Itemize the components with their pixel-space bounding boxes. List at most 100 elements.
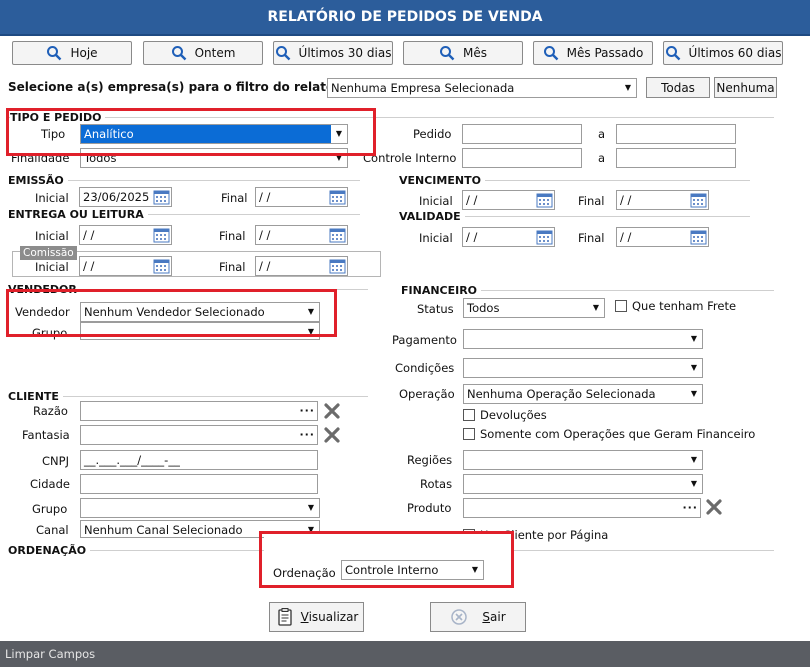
- clear-icon[interactable]: [323, 402, 341, 420]
- calendar-icon[interactable]: [329, 227, 346, 243]
- ordenacao-heading: ORDENAÇÃO: [8, 544, 91, 557]
- condicoes-select[interactable]: ▼: [463, 358, 703, 378]
- entrega-final-input[interactable]: / /: [255, 225, 348, 245]
- chevron-down-icon: ▼: [690, 389, 698, 398]
- emissao-inicial-value: 23/06/2025: [83, 190, 150, 204]
- ontem-button[interactable]: Ontem: [143, 41, 263, 65]
- entrega-inicial-value: / /: [83, 228, 95, 242]
- calendar-icon[interactable]: [536, 229, 553, 245]
- razao-input[interactable]: ···: [80, 401, 318, 421]
- emissao-final-value: / /: [259, 190, 271, 204]
- validade-final-input[interactable]: / /: [616, 227, 709, 247]
- search-icon: [543, 46, 559, 61]
- grupo-cliente-label: Grupo: [32, 502, 68, 516]
- canal-value: Nenhum Canal Selecionado: [84, 523, 243, 537]
- emissao-final-input[interactable]: / /: [255, 187, 348, 207]
- rotas-select[interactable]: ▼: [463, 474, 703, 494]
- rotas-label: Rotas: [420, 477, 453, 491]
- empresa-select[interactable]: Nenhuma Empresa Selecionada ▼: [327, 78, 637, 98]
- sair-button[interactable]: Sair: [430, 602, 526, 632]
- controle-final-input[interactable]: [616, 148, 736, 168]
- calendar-icon[interactable]: [690, 192, 707, 208]
- mes-passado-button[interactable]: Mês Passado: [533, 41, 653, 65]
- cnpj-label: CNPJ: [42, 454, 69, 468]
- limpar-campos-link[interactable]: Limpar Campos: [0, 641, 810, 667]
- clipboard-icon: [277, 608, 292, 626]
- mes-button[interactable]: Mês: [403, 41, 523, 65]
- divider: [52, 396, 368, 397]
- calendar-icon[interactable]: [329, 258, 346, 274]
- ultimos-30-button[interactable]: Últimos 30 dias: [273, 41, 393, 65]
- entrega-inicial-label: Inicial: [35, 229, 69, 243]
- calendar-icon[interactable]: [536, 192, 553, 208]
- clear-icon[interactable]: [705, 498, 723, 516]
- comissao-final-value: / /: [259, 259, 271, 273]
- ellipsis-icon[interactable]: ···: [682, 499, 698, 517]
- clear-icon[interactable]: [323, 426, 341, 444]
- mes-passado-label: Mês Passado: [566, 46, 644, 60]
- search-icon: [171, 46, 186, 61]
- chevron-down-icon: ▼: [307, 503, 315, 512]
- comissao-inicial-input[interactable]: / /: [79, 256, 172, 276]
- status-label: Status: [417, 302, 454, 316]
- comissao-inicial-value: / /: [83, 259, 95, 273]
- comissao-heading: Comissão: [20, 246, 77, 260]
- calendar-icon[interactable]: [690, 229, 707, 245]
- frete-checkbox[interactable]: [615, 300, 627, 312]
- produto-input[interactable]: ···: [463, 498, 701, 518]
- fantasia-label: Fantasia: [22, 428, 70, 442]
- calendar-icon[interactable]: [153, 227, 170, 243]
- operacao-select[interactable]: Nenhuma Operação Selecionada ▼: [463, 384, 703, 404]
- a-label: a: [598, 151, 606, 165]
- ellipsis-icon[interactable]: ···: [299, 426, 315, 444]
- hoje-button[interactable]: Hoje: [12, 41, 132, 65]
- razao-label: Razão: [33, 404, 68, 418]
- calendar-icon[interactable]: [153, 189, 170, 205]
- chevron-down-icon: ▼: [690, 479, 698, 488]
- emissao-inicial-input[interactable]: 23/06/2025: [79, 187, 172, 207]
- emissao-heading: EMISSÃO: [8, 174, 68, 187]
- financeiro-heading: FINANCEIRO: [401, 284, 482, 297]
- vencimento-final-label: Final: [578, 194, 605, 208]
- search-icon: [665, 46, 680, 61]
- pedido-final-input[interactable]: [616, 124, 736, 144]
- vencimento-inicial-label: Inicial: [419, 194, 453, 208]
- validade-final-value: / /: [620, 230, 632, 244]
- regioes-select[interactable]: ▼: [463, 450, 703, 470]
- validade-inicial-input[interactable]: / /: [462, 227, 555, 247]
- vencimento-final-value: / /: [620, 193, 632, 207]
- divider: [130, 214, 360, 215]
- comissao-inicial-label: Inicial: [35, 260, 69, 274]
- todas-button[interactable]: Todas: [646, 77, 710, 98]
- nenhuma-button[interactable]: Nenhuma: [714, 77, 777, 98]
- search-icon: [275, 46, 290, 61]
- ultimos-60-button[interactable]: Últimos 60 dias: [663, 41, 783, 65]
- calendar-icon[interactable]: [153, 258, 170, 274]
- devolucoes-checkbox[interactable]: [463, 409, 475, 421]
- ellipsis-icon[interactable]: ···: [299, 402, 315, 420]
- vencimento-inicial-input[interactable]: / /: [462, 190, 555, 210]
- validade-inicial-label: Inicial: [419, 231, 453, 245]
- controle-inicial-input[interactable]: [462, 148, 582, 168]
- emissao-final-label: Final: [221, 191, 248, 205]
- vencimento-inicial-value: / /: [466, 193, 478, 207]
- vencimento-final-input[interactable]: / /: [616, 190, 709, 210]
- calendar-icon[interactable]: [329, 189, 346, 205]
- validade-heading: VALIDADE: [399, 210, 465, 223]
- pedido-inicial-input[interactable]: [462, 124, 582, 144]
- divider: [60, 180, 360, 181]
- pagamento-select[interactable]: ▼: [463, 329, 703, 349]
- empresa-label: Selecione a(s) empresa(s) para o filtro …: [8, 80, 353, 94]
- comissao-final-input[interactable]: / /: [255, 256, 348, 276]
- visualizar-button[interactable]: Visualizar: [269, 602, 364, 632]
- fantasia-input[interactable]: ···: [80, 425, 318, 445]
- somente-financeiro-checkbox[interactable]: [463, 428, 475, 440]
- condicoes-label: Condições: [395, 361, 455, 375]
- status-select[interactable]: Todos ▼: [463, 298, 605, 318]
- cnpj-input[interactable]: __.___.___/____-__: [80, 450, 318, 470]
- cidade-input[interactable]: [80, 474, 318, 494]
- grupo-cliente-select[interactable]: ▼: [80, 498, 320, 518]
- controle-interno-label: Controle Interno: [363, 151, 457, 165]
- entrega-inicial-input[interactable]: / /: [79, 225, 172, 245]
- chevron-down-icon: ▼: [690, 363, 698, 372]
